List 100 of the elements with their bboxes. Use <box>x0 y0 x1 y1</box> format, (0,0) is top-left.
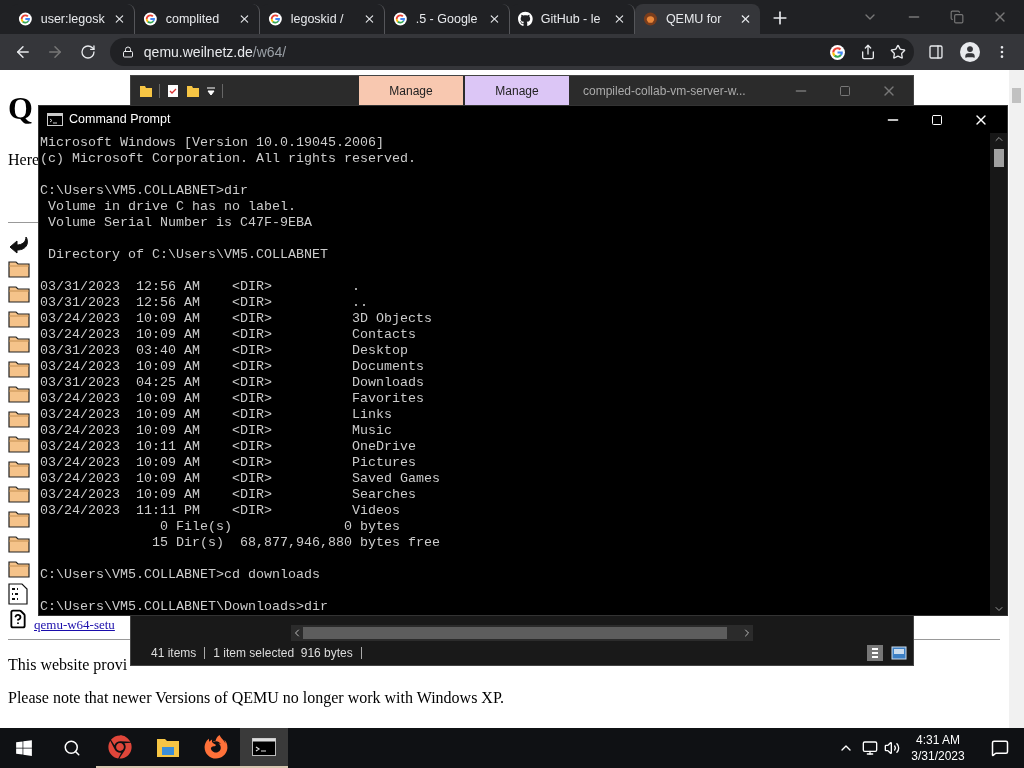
console-line: 03/24/2023 10:09 AM <DIR> 3D Objects <box>40 311 432 327</box>
share-icon[interactable] <box>860 44 877 60</box>
close-icon[interactable] <box>238 12 251 26</box>
console-line: 03/24/2023 10:09 AM <DIR> Pictures <box>40 455 416 471</box>
console-line: 03/31/2023 03:40 AM <DIR> Desktop <box>40 343 408 359</box>
close-icon[interactable] <box>363 12 376 26</box>
lock-icon <box>121 46 134 58</box>
details-view-icon[interactable] <box>867 645 883 661</box>
chrome-icon <box>108 735 132 759</box>
console-line: 03/24/2023 10:09 AM <DIR> Music <box>40 423 392 439</box>
folder-icon <box>8 309 30 328</box>
large-icons-view-icon[interactable] <box>891 646 907 660</box>
folder-icon <box>8 384 30 403</box>
console-line: Microsoft Windows [Version 10.0.19045.2006] <box>40 135 384 151</box>
scrollbar-thumb[interactable] <box>303 627 727 639</box>
profile-avatar[interactable] <box>960 42 981 62</box>
page-heading: Q <box>8 90 33 126</box>
ribbon-tab[interactable]: Manage <box>465 76 569 105</box>
console-line: 03/24/2023 10:09 AM <DIR> Searches <box>40 487 416 503</box>
browser-tab[interactable]: QEMU for <box>635 4 760 34</box>
google-icon <box>143 11 158 27</box>
google-icon <box>18 11 33 27</box>
console-line: 03/24/2023 10:09 AM <DIR> Favorites <box>40 391 424 407</box>
folder-icon <box>8 359 30 378</box>
page-scrollbar[interactable] <box>1009 70 1024 728</box>
google-icon <box>829 43 847 61</box>
network-icon[interactable] <box>862 740 878 756</box>
folder-icon <box>8 334 30 353</box>
window-title: Command Prompt <box>69 111 171 129</box>
firefox-icon <box>204 735 228 759</box>
console-line: 03/24/2023 10:09 AM <DIR> Contacts <box>40 327 416 343</box>
folder-icon[interactable] <box>139 83 153 98</box>
folder-icon <box>156 736 180 758</box>
volume-icon[interactable] <box>884 740 900 756</box>
console-line: Directory of C:\Users\VM5.COLLABNET <box>47 247 328 263</box>
close-icon[interactable] <box>613 12 626 26</box>
side-panel-icon[interactable] <box>928 44 945 60</box>
folder-icon <box>8 509 30 528</box>
console-line: 03/31/2023 12:56 AM <DIR> .. <box>40 295 368 311</box>
folder-icon <box>8 484 30 503</box>
status-text: 41 items <box>143 647 206 659</box>
folder-icon <box>8 559 30 578</box>
bookmark-star-icon[interactable] <box>890 44 907 60</box>
terminal-icon <box>47 113 63 126</box>
clock[interactable]: 4:31 AM 3/31/2023 <box>900 732 976 764</box>
back-icon[interactable] <box>14 43 32 61</box>
taskbar-app[interactable] <box>240 728 288 768</box>
console-line: 03/24/2023 10:09 AM <DIR> Documents <box>40 359 424 375</box>
person-icon <box>963 45 978 59</box>
help-file-icon <box>8 608 28 629</box>
tab-title: .5 - Google <box>415 10 479 28</box>
ribbon-tab[interactable]: Manage <box>359 76 463 105</box>
start-icon[interactable] <box>15 739 33 757</box>
google-icon <box>393 11 408 27</box>
folder-icon <box>8 459 30 478</box>
folder-icon <box>8 284 30 303</box>
close-icon[interactable] <box>113 12 126 26</box>
search-icon[interactable] <box>63 739 81 757</box>
reload-icon[interactable] <box>79 44 96 60</box>
close-icon[interactable] <box>488 12 501 26</box>
status-text: 1 item selected 916 bytes <box>205 647 362 659</box>
console-line: Volume Serial Number is C47F-9EBA <box>47 215 312 231</box>
console-line: 03/24/2023 10:09 AM <DIR> Links <box>40 407 392 423</box>
restore-icon[interactable] <box>950 10 964 24</box>
tab-title: complited <box>165 10 221 28</box>
console-line: 03/31/2023 04:25 AM <DIR> Downloads <box>40 375 424 391</box>
console-line: 03/24/2023 10:11 AM <DIR> OneDrive <box>40 439 416 455</box>
clock-time: 4:31 AM <box>916 732 960 748</box>
properties-icon[interactable] <box>166 83 180 98</box>
tab-title: GitHub - le <box>540 10 602 28</box>
clock-date: 3/31/2023 <box>911 748 965 764</box>
github-icon <box>518 11 533 27</box>
console-line: Volume in drive C has no label. <box>47 199 296 215</box>
console-line: C:\Users\VM5.COLLABNET>cd downloads <box>40 567 320 583</box>
console-line: 03/24/2023 10:09 AM <DIR> Saved Games <box>40 471 440 487</box>
customize-dropdown-icon[interactable] <box>206 85 216 96</box>
tab-title: user:legosk <box>40 10 106 28</box>
console-line: (c) Microsoft Corporation. All rights reserved. <box>40 151 416 167</box>
close-icon[interactable] <box>739 12 752 26</box>
scrollbar-thumb[interactable] <box>1012 88 1021 103</box>
console-line: 15 Dir(s) 68,877,946,880 bytes free <box>150 535 440 551</box>
file-link[interactable]: qemu-w64-setu <box>34 619 115 631</box>
horizontal-scrollbar[interactable] <box>291 625 753 641</box>
folder-icon <box>8 259 30 278</box>
window-title: compiled-collab-vm-server-w... <box>583 82 746 100</box>
address-bar[interactable]: qemu.weilnetz.de/w64/ <box>109 38 915 66</box>
binary-file-icon <box>8 582 28 605</box>
notification-icon[interactable] <box>991 739 1009 757</box>
console-line: C:\Users\VM5.COLLABNET\Downloads>dir <box>40 599 328 615</box>
intro-text: Here <box>8 150 40 170</box>
folder-icon <box>8 409 30 428</box>
terminal-icon <box>252 738 276 756</box>
folder-icon[interactable] <box>186 83 200 98</box>
console-line: 03/24/2023 11:11 PM <DIR> Videos <box>40 503 400 519</box>
scrollbar-thumb[interactable] <box>993 149 1004 167</box>
console-scrollbar[interactable] <box>990 133 1007 615</box>
google-icon <box>268 11 283 27</box>
folder-icon <box>8 534 30 553</box>
console-line: 03/31/2023 12:56 AM <DIR> . <box>40 279 360 295</box>
paragraph: Please note that newer Versions of QEMU no longer work with Windows XP. <box>8 690 505 706</box>
